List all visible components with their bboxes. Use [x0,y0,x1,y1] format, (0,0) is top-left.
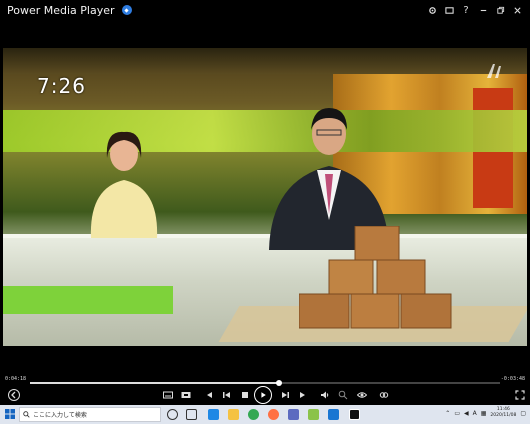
back-arrow-icon[interactable] [8,389,20,401]
remaining-time: -0:03:48 [500,376,525,382]
taskbar-clock[interactable]: 11:46 2020/11/08 [490,407,516,419]
blue-circle-badge-icon [121,5,132,15]
close-icon[interactable] [510,3,524,17]
volume-icon[interactable] [319,389,331,401]
seek-track[interactable] [30,380,500,386]
app-icon-2[interactable] [308,409,319,420]
playback-controls [0,385,530,405]
edge-browser-icon[interactable] [208,409,219,420]
video-frame[interactable]: 7:26 [3,48,527,346]
restore-icon[interactable] [493,3,507,17]
speaker-icon[interactable]: ◀ [464,410,469,417]
keyboard-icon[interactable]: ▦ [481,410,487,417]
next-icon[interactable] [279,389,291,401]
forward-icon[interactable] [297,389,309,401]
title-bar: Power Media Player ? [0,0,530,20]
fullscreen-icon[interactable] [514,389,526,401]
anchor-woman [90,131,158,238]
stop-icon[interactable] [239,389,251,401]
task-view-icon[interactable] [186,409,197,420]
rewind-icon[interactable] [203,389,215,401]
firefox-icon[interactable] [268,409,279,420]
app-icon-1[interactable] [288,409,299,420]
taskbar-search-box[interactable]: ここに入力して検索 [19,407,161,422]
power-media-player-taskbar-icon[interactable] [349,409,360,420]
help-icon[interactable]: ? [459,3,473,17]
play-icon[interactable] [254,386,272,404]
file-explorer-icon[interactable] [228,409,239,420]
eye-icon[interactable] [356,389,368,401]
zoom-icon[interactable] [337,389,349,401]
windows-start-icon[interactable] [5,409,15,419]
current-time: 0:04:18 [5,376,27,382]
chrome-icon[interactable] [248,409,259,420]
ime-indicator[interactable]: A [473,410,477,417]
search-icon [23,411,30,418]
desk-green-panel [3,286,173,314]
subtitles-icon[interactable] [162,389,174,401]
link-icon[interactable] [378,389,390,401]
gear-icon[interactable] [425,3,439,17]
app-icon-3[interactable] [328,409,339,420]
minimize-icon[interactable] [476,3,490,17]
channel-logo-icon [487,64,501,78]
screen-icon[interactable] [180,389,192,401]
brick-stack [299,226,452,329]
app-title: Power Media Player [7,3,115,17]
taskbar-date: 2020/11/08 [490,413,517,418]
chevron-up-icon[interactable]: ⌃ [445,410,450,417]
cortana-icon[interactable] [167,409,178,420]
tv-icon[interactable] [442,3,456,17]
taskbar: ここに入力して検索 ⌃ ▭ ◀ A ▦ 11:46 2020/11/08 ▢ [0,405,530,424]
network-icon[interactable]: ▭ [454,410,460,417]
system-tray: ⌃ ▭ ◀ A ▦ 11:46 2020/11/08 ▢ [445,407,526,419]
seek-progress [30,382,280,384]
notification-icon[interactable]: ▢ [520,410,526,417]
studio-ceiling [3,48,527,74]
search-placeholder: ここに入力して検索 [33,412,87,419]
clock-overlay: 7:26 [37,74,86,98]
window-controls: ? [425,3,524,17]
previous-icon[interactable] [221,389,233,401]
